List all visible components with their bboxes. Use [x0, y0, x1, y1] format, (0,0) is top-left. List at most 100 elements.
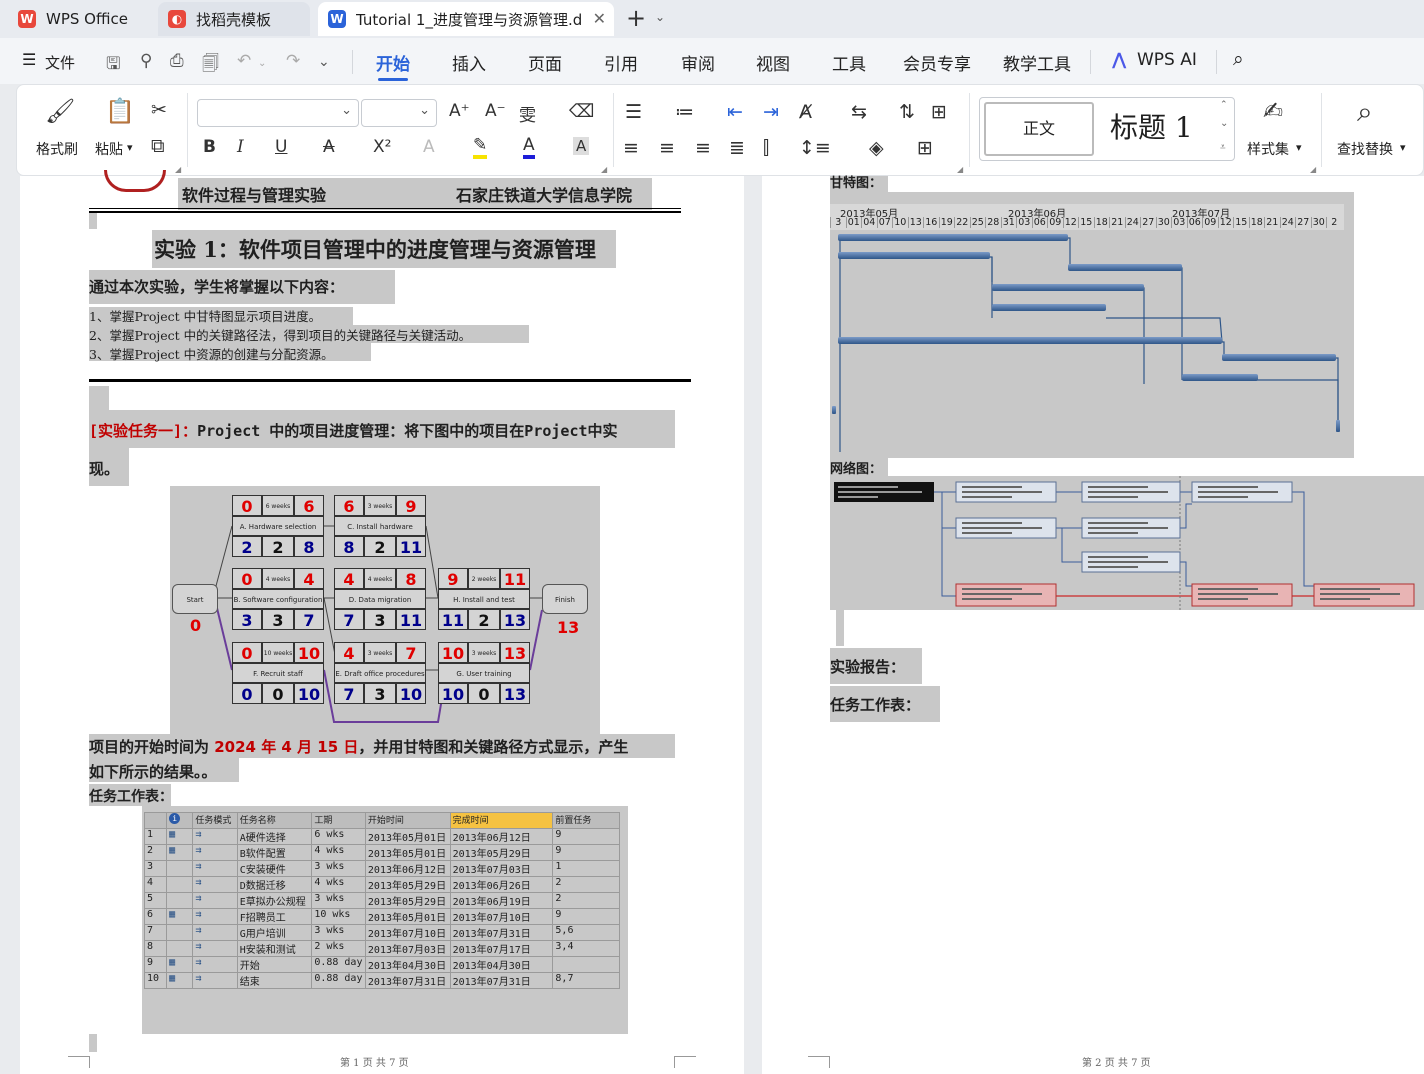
table-row[interactable]: 6 ▦ ⇉ F招聘员工 10 wks 2013年05月01日 2013年07月10日 9 — [143, 908, 620, 925]
style-heading-1[interactable]: 标题 1 — [1110, 106, 1193, 146]
table-header[interactable]: 任务名称 — [236, 812, 313, 829]
menu-member[interactable]: 会员专享 — [903, 50, 971, 75]
table-header[interactable]: 任务模式 — [192, 812, 238, 829]
justify-icon[interactable]: ≣ — [729, 137, 745, 159]
menu-wps-ai[interactable]: WPS AI — [1137, 50, 1197, 70]
distribute-icon[interactable]: ⫿ — [763, 137, 769, 159]
numbered-list-icon[interactable]: ≔ — [675, 101, 694, 123]
strikethrough-icon[interactable]: A — [323, 137, 335, 157]
late-finish: 11 — [396, 609, 426, 630]
font-name-select[interactable]: ⌄ — [197, 99, 359, 127]
table-header[interactable]: 完成时间 — [449, 812, 554, 829]
share-icon[interactable]: ⚲ — [140, 51, 152, 71]
paste-icon[interactable]: 📋 — [105, 97, 135, 125]
table-header[interactable]: 工期 — [311, 812, 366, 829]
menu-insert[interactable]: 插入 — [452, 50, 486, 75]
font-size-select[interactable]: ⌄ — [361, 99, 437, 127]
style-set-icon[interactable]: ✍ — [1263, 97, 1283, 125]
paragraph-launcher-icon[interactable]: ◢ — [957, 165, 963, 174]
cut-icon[interactable]: ✂ — [151, 99, 167, 121]
align-center-icon[interactable]: ≡ — [659, 137, 675, 159]
shrink-font-icon[interactable]: A⁻ — [485, 101, 506, 121]
cell-start: 2013年05月01日 — [364, 908, 451, 925]
highlight-color-icon[interactable]: ✎ — [473, 135, 488, 159]
tab-docer-templates[interactable]: ◐ 找稻壳模板 — [158, 2, 310, 36]
style-set-button[interactable]: 样式集 — [1247, 139, 1289, 159]
paste-button[interactable]: 粘贴 — [95, 139, 123, 159]
menu-page[interactable]: 页面 — [528, 50, 562, 75]
underline-icon[interactable]: U — [275, 137, 287, 157]
menu-view[interactable]: 视图 — [756, 50, 790, 75]
decrease-indent-icon[interactable]: ⇤ — [727, 101, 743, 123]
grow-font-icon[interactable]: A⁺ — [449, 101, 470, 121]
borders-icon[interactable]: ⊞ — [917, 137, 933, 159]
style-set-dropdown-icon[interactable]: ▾ — [1296, 141, 1302, 154]
table-row[interactable]: 5 ⇉ E草拟办公规程 3 wks 2013年05月29日 2013年06月19日 2 — [143, 892, 620, 909]
tab-wps-office[interactable]: W WPS Office — [8, 2, 148, 36]
char-shading-icon[interactable]: A — [573, 137, 590, 155]
gallery-more-icon[interactable]: ⩡ — [1220, 142, 1226, 153]
format-painter-icon[interactable]: 🖌 — [45, 97, 75, 125]
save-icon[interactable]: 🖫 — [106, 51, 120, 80]
menu-review[interactable]: 审阅 — [681, 50, 715, 75]
undo-icon[interactable]: ↶ — [237, 51, 251, 71]
styles-launcher-icon[interactable]: ◢ — [1310, 165, 1316, 174]
table-row[interactable]: 4 ⇉ D数据迁移 4 wks 2013年05月29日 2013年06月26日 2 — [143, 876, 620, 893]
hamburger-icon[interactable]: ☰ — [22, 50, 36, 69]
paragraph-direction-icon[interactable]: ⇆ — [851, 101, 867, 123]
clipboard-launcher-icon[interactable]: ◢ — [175, 165, 181, 174]
table-row[interactable]: 7 ⇉ G用户培训 3 wks 2013年07月10日 2013年07月31日 5,6 — [143, 924, 620, 941]
undo-dropdown-icon[interactable]: ⌄ — [258, 58, 266, 69]
menu-file[interactable]: 文件 — [45, 52, 75, 73]
increase-indent-icon[interactable]: ⇥ — [763, 101, 779, 123]
menu-teaching-tools[interactable]: 教学工具 — [1003, 50, 1071, 75]
table-row[interactable]: 1 ▦ ⇉ A硬件选择 6 wks 2013年05月01日 2013年06月12日 9 — [143, 828, 620, 845]
table-row[interactable]: 9 ▦ ⇉ 开始 0.88 day 2013年04月30日 2013年04月30日 — [143, 956, 620, 973]
gallery-up-icon[interactable]: ⌃ — [1220, 100, 1228, 110]
text-direction-icon[interactable]: Ⱥ — [799, 101, 812, 123]
clear-format-icon[interactable]: ⌫ — [569, 101, 594, 122]
paragraph-shading-icon[interactable]: ◈ — [869, 137, 884, 159]
more-chevron-icon[interactable]: ⌄ — [318, 54, 330, 70]
redo-icon[interactable]: ↷ — [286, 51, 300, 71]
tab-list-chevron-icon[interactable]: ⌄ — [655, 10, 665, 24]
superscript-icon[interactable]: X² — [373, 137, 391, 157]
format-painter-button[interactable]: 格式刷 — [36, 139, 78, 159]
search-icon[interactable]: ⌕ — [1233, 48, 1244, 70]
find-replace-dropdown-icon[interactable]: ▾ — [1400, 141, 1406, 154]
table-row[interactable]: 10 ▦ ⇉ 结束 0.88 day 2013年07月31日 2013年07月31日 8,7 — [143, 972, 620, 989]
style-normal[interactable]: 正文 — [984, 102, 1094, 156]
paste-dropdown-icon[interactable]: ▾ — [127, 141, 133, 154]
bold-icon[interactable]: B — [203, 137, 216, 157]
table-header[interactable]: 前置任务 — [552, 812, 620, 829]
table-row[interactable]: 2 ▦ ⇉ B软件配置 4 wks 2013年05月01日 2013年05月29日 9 — [143, 844, 620, 861]
align-right-icon[interactable]: ≡ — [695, 137, 711, 159]
menu-reference[interactable]: 引用 — [604, 50, 638, 75]
close-tab-icon[interactable]: ✕ — [593, 9, 606, 28]
gallery-down-icon[interactable]: ⌄ — [1220, 118, 1228, 129]
print-preview-icon[interactable]: 🗐 — [202, 51, 219, 80]
sort-icon[interactable]: ⇅ — [899, 101, 915, 123]
table-header[interactable]: 开始时间 — [364, 812, 451, 829]
menu-home[interactable]: 开始 — [376, 50, 410, 75]
menu-tools[interactable]: 工具 — [832, 50, 866, 75]
active-tab-indicator — [378, 78, 408, 81]
phonetic-guide-icon[interactable]: 雯 — [519, 101, 536, 126]
align-left-icon[interactable]: ≡ — [623, 137, 639, 159]
print-icon[interactable]: ⎙ — [170, 51, 184, 71]
find-icon[interactable]: ⌕ — [1357, 95, 1373, 129]
table-row[interactable]: 8 ⇉ H安装和测试 2 wks 2013年07月03日 2013年07月17日 3,4 — [143, 940, 620, 957]
line-spacing-icon[interactable]: ↕≡ — [799, 137, 831, 159]
find-replace-button[interactable]: 查找替换 — [1337, 139, 1393, 159]
copy-icon[interactable]: ⧉ — [151, 135, 165, 157]
bullet-list-icon[interactable]: ☰ — [625, 101, 642, 123]
italic-icon[interactable]: I — [237, 137, 244, 157]
show-marks-icon[interactable]: ⊞ — [931, 101, 947, 123]
new-tab-button[interactable]: + — [626, 4, 646, 32]
text-effect-icon[interactable]: A — [423, 137, 435, 157]
tab-active-document[interactable]: W Tutorial 1_进度管理与资源管理.d ✕ — [318, 2, 614, 36]
font-launcher-icon[interactable]: ◢ — [601, 165, 607, 174]
table-row[interactable]: 3 ⇉ C安装硬件 3 wks 2013年06月12日 2013年07月03日 1 — [143, 860, 620, 877]
font-color-icon[interactable]: A — [523, 135, 535, 159]
task-mode-icon: ⇉ — [192, 972, 238, 989]
